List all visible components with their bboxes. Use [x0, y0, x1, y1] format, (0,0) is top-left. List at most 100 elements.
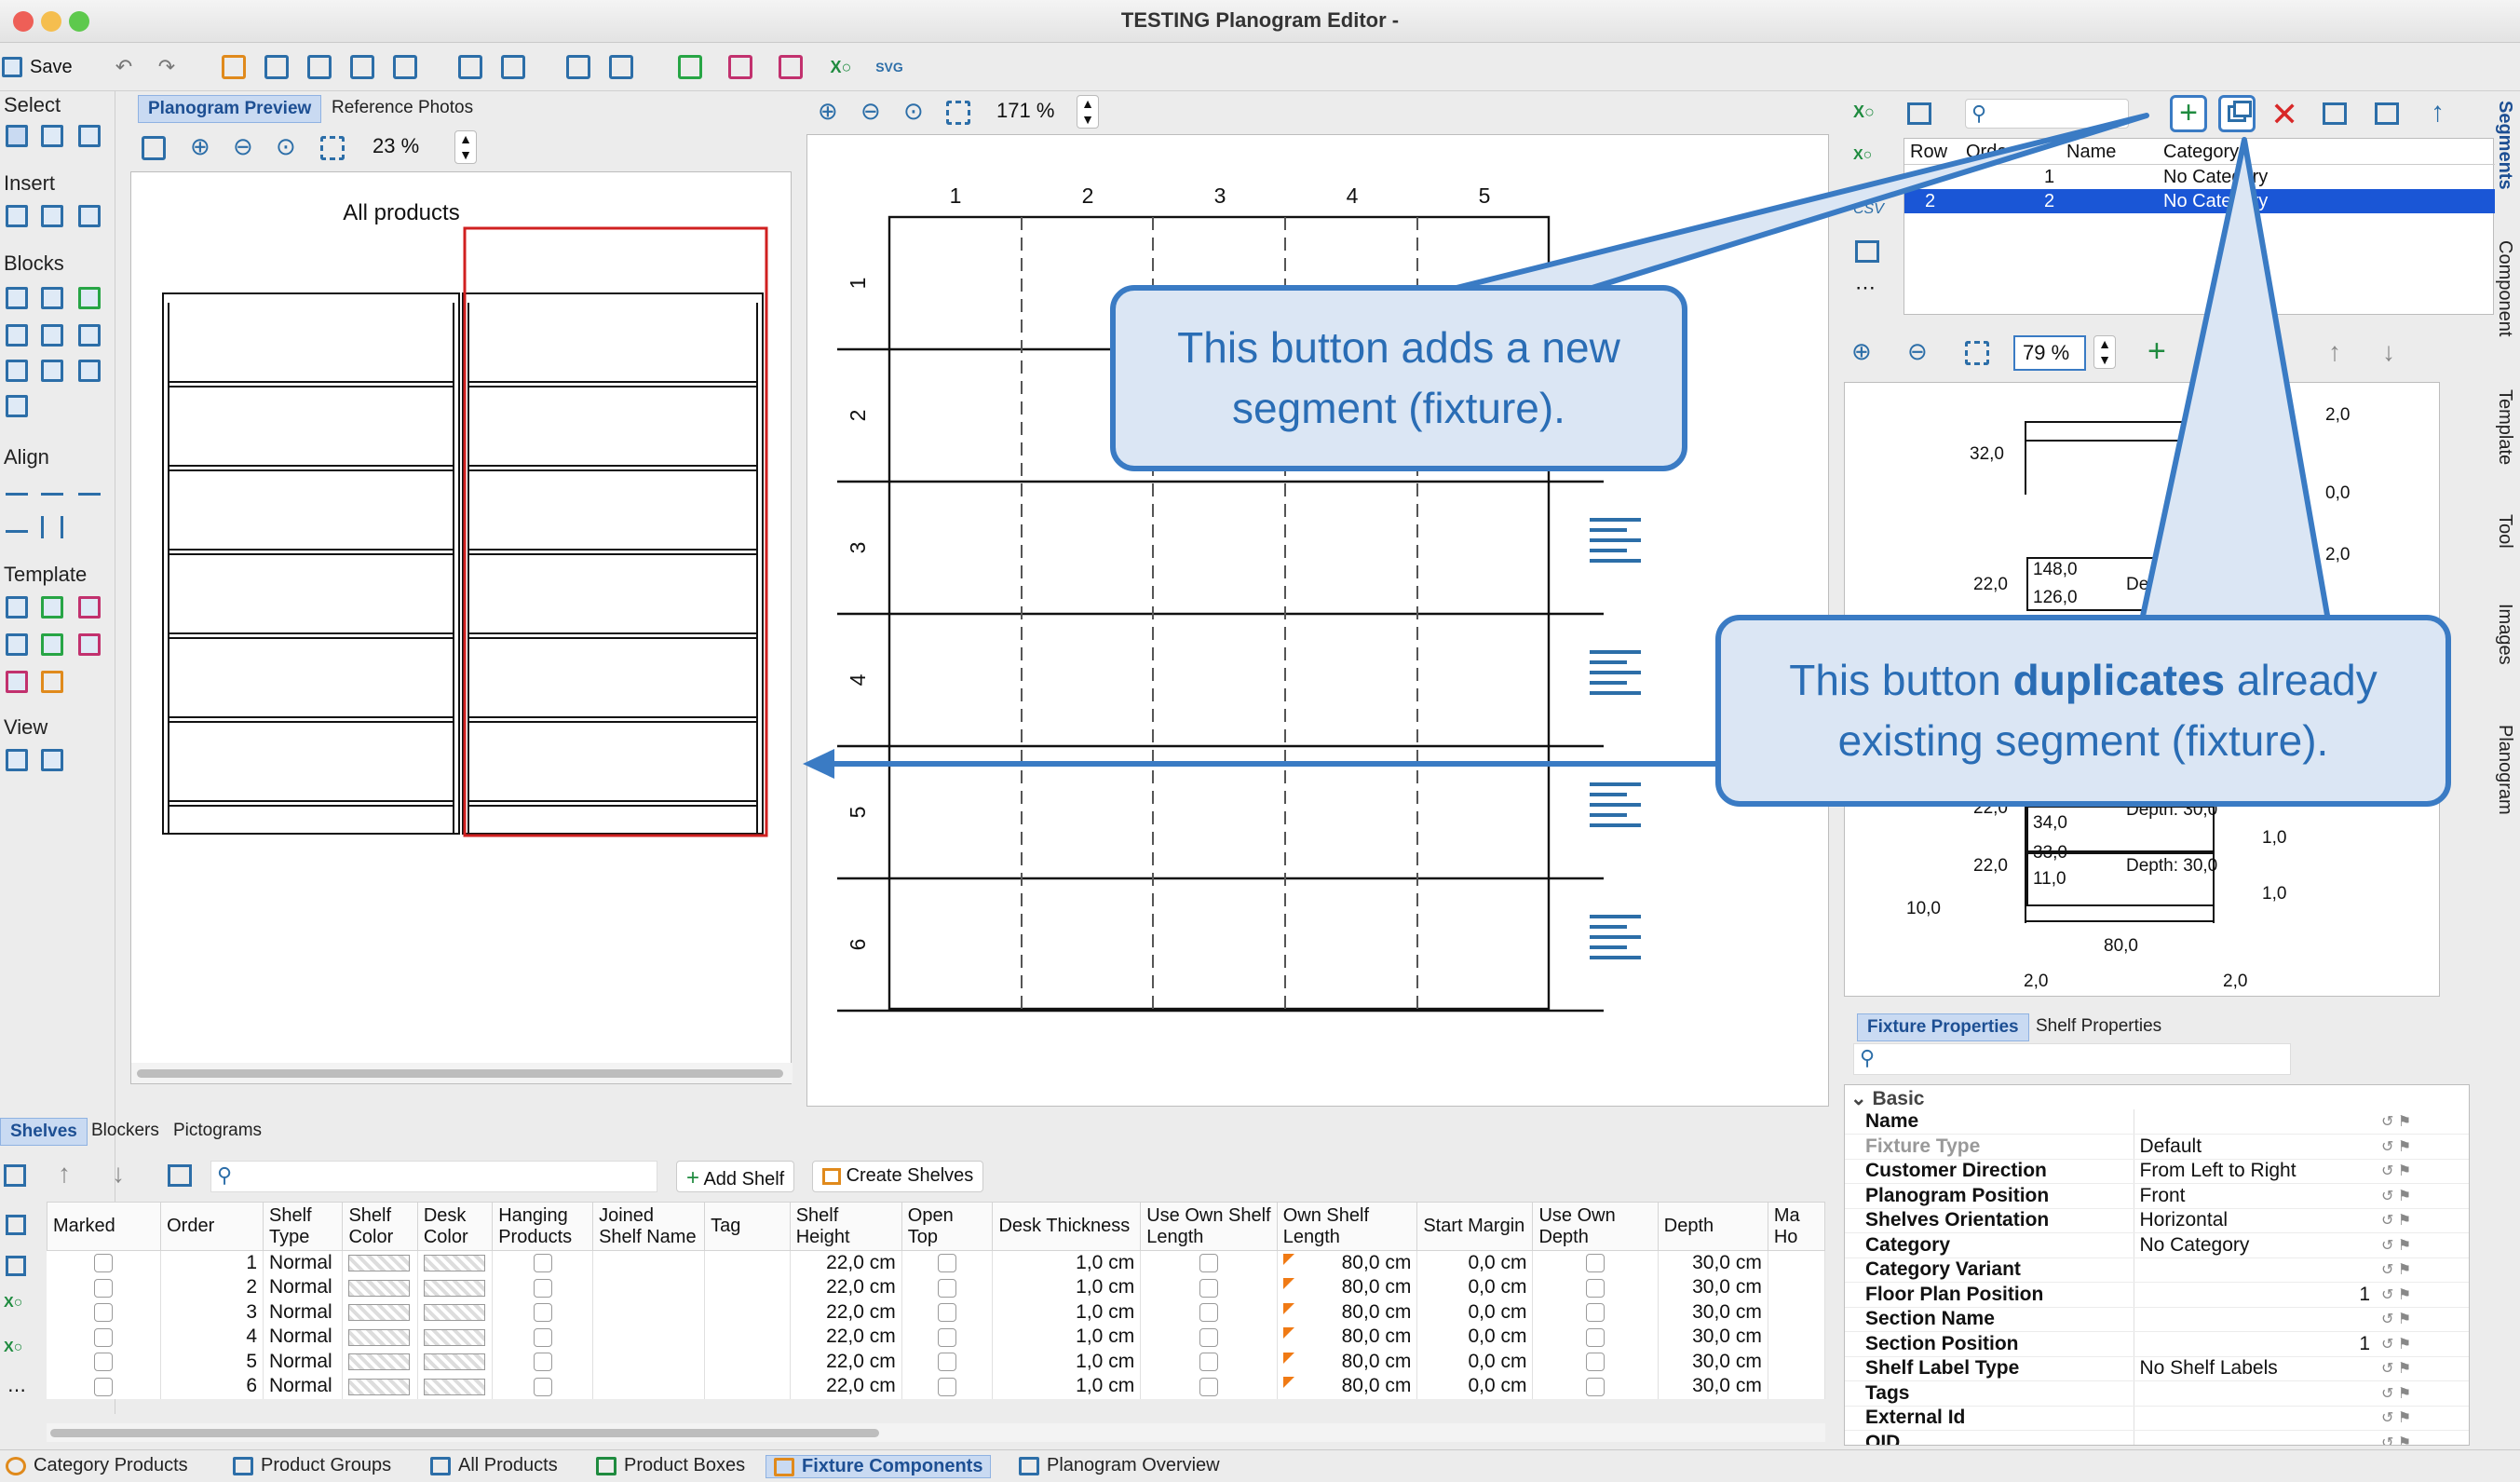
- cell-length[interactable]: 80,0 cm: [1277, 1250, 1418, 1275]
- cell-margin[interactable]: 0,0 cm: [1416, 1349, 1534, 1374]
- desk-color-swatch[interactable]: [423, 1304, 485, 1322]
- split-icon[interactable]: [497, 51, 529, 83]
- side-tab-segments[interactable]: Segments: [2494, 101, 2515, 190]
- cell-margin[interactable]: 0,0 cm: [1416, 1325, 1534, 1350]
- cell[interactable]: [901, 1250, 994, 1275]
- duplicate-segment-button[interactable]: [2218, 95, 2256, 132]
- cell[interactable]: [47, 1349, 162, 1374]
- cell-thick[interactable]: 1,0 cm: [992, 1349, 1142, 1374]
- property-row[interactable]: Category Variant ↺ ⚑: [1845, 1258, 2469, 1283]
- cell-thick[interactable]: 1,0 cm: [992, 1374, 1142, 1399]
- reset-icon[interactable]: ↺ ⚑: [2376, 1159, 2469, 1184]
- block-icon[interactable]: [6, 287, 28, 309]
- property-row[interactable]: Shelves Orientation Horizontal ↺ ⚑: [1845, 1208, 2469, 1233]
- table-row[interactable]: 1 Normal 22,0 cm 1,0 cm 80,0 cm 0,0 cm 30,0 cm: [47, 1250, 1826, 1275]
- cell[interactable]: [1768, 1349, 1826, 1374]
- fixture-zoom-in-icon[interactable]: ⊕: [1851, 337, 1872, 366]
- cell-length[interactable]: 80,0 cm: [1277, 1374, 1418, 1399]
- column-header[interactable]: Use Own Shelf Length: [1140, 1202, 1278, 1251]
- use-own-depth-checkbox[interactable]: [1586, 1278, 1605, 1298]
- reset-icon[interactable]: ↺ ⚑: [2376, 1356, 2469, 1381]
- editor-zoom-out-icon[interactable]: ⊖: [860, 97, 881, 126]
- xls-icon[interactable]: X○: [1853, 147, 1872, 164]
- property-value[interactable]: [2133, 1258, 2376, 1283]
- fixture-zoom-out-icon[interactable]: ⊖: [1907, 337, 1928, 366]
- block-link-icon[interactable]: [78, 360, 101, 382]
- use-own-depth-checkbox[interactable]: [1586, 1377, 1605, 1396]
- cell[interactable]: [1768, 1250, 1826, 1275]
- cell[interactable]: [592, 1349, 706, 1374]
- cell[interactable]: [704, 1349, 791, 1374]
- open-top-checkbox[interactable]: [938, 1327, 957, 1347]
- cell-height[interactable]: 22,0 cm: [790, 1250, 902, 1275]
- export-svg-icon[interactable]: SVG: [874, 51, 905, 83]
- block-fit-icon[interactable]: [78, 324, 101, 347]
- editor-zoom-reset-icon[interactable]: ⊙: [903, 97, 924, 126]
- import-xls-icon[interactable]: X○: [1853, 102, 1875, 122]
- cell[interactable]: [704, 1250, 791, 1275]
- cell-depth[interactable]: 30,0 cm: [1658, 1250, 1768, 1275]
- more-icon[interactable]: ⋯: [1855, 276, 1876, 300]
- fixture-zoom-value[interactable]: 79 %: [2013, 335, 2086, 371]
- desk-color-swatch[interactable]: [423, 1328, 485, 1346]
- network-icon[interactable]: [605, 51, 637, 83]
- cell[interactable]: [1140, 1275, 1278, 1300]
- editor-zoom-stepper[interactable]: ▲ ▼: [1077, 95, 1099, 129]
- tab-planogram-overview[interactable]: Planogram Overview: [1019, 1455, 1220, 1476]
- cell[interactable]: [1140, 1299, 1278, 1325]
- cell[interactable]: [1768, 1374, 1826, 1399]
- shelf-color-swatch[interactable]: [348, 1279, 411, 1297]
- insert-text-icon[interactable]: [78, 205, 101, 227]
- property-value[interactable]: From Left to Right: [2133, 1159, 2376, 1184]
- block-3d-icon[interactable]: [78, 287, 101, 309]
- cell[interactable]: [901, 1299, 994, 1325]
- cell[interactable]: [417, 1299, 494, 1325]
- cell[interactable]: [592, 1325, 706, 1350]
- property-row[interactable]: Section Name ↺ ⚑: [1845, 1307, 2469, 1332]
- shelf-move-down-icon[interactable]: ↓: [112, 1159, 125, 1189]
- view-1-icon[interactable]: [6, 749, 28, 771]
- cell[interactable]: [1532, 1374, 1659, 1399]
- cell[interactable]: [592, 1299, 706, 1325]
- cell[interactable]: [901, 1325, 994, 1350]
- column-header[interactable]: Depth: [1657, 1202, 1768, 1251]
- segments-table-icon[interactable]: [1907, 102, 1931, 125]
- template-4-icon[interactable]: [6, 633, 28, 656]
- move-up-icon[interactable]: ↑: [2431, 97, 2445, 129]
- columns-icon[interactable]: [304, 51, 335, 83]
- zoom-in-icon[interactable]: ⊕: [190, 132, 210, 161]
- cell-height[interactable]: 22,0 cm: [790, 1325, 902, 1350]
- template-5-icon[interactable]: [41, 633, 63, 656]
- cell[interactable]: [47, 1374, 162, 1399]
- select-multi-icon[interactable]: [78, 125, 101, 147]
- cell[interactable]: [342, 1374, 418, 1399]
- hanging-checkbox[interactable]: [533, 1377, 552, 1396]
- use-own-length-checkbox[interactable]: [1199, 1377, 1218, 1396]
- property-row[interactable]: Section Position 1 ↺ ⚑: [1845, 1331, 2469, 1357]
- cell[interactable]: [47, 1275, 162, 1300]
- cell[interactable]: [1532, 1250, 1659, 1275]
- template-mirror-icon[interactable]: [41, 671, 63, 693]
- property-row[interactable]: Fixture Type Default ↺ ⚑: [1845, 1134, 2469, 1160]
- column-header[interactable]: Shelf Type: [262, 1202, 344, 1251]
- property-row[interactable]: Customer Direction From Left to Right ↺ ⚑: [1845, 1159, 2469, 1184]
- hanging-checkbox[interactable]: [533, 1254, 552, 1273]
- column-header[interactable]: Open Top: [901, 1202, 994, 1251]
- property-value[interactable]: Front: [2133, 1183, 2376, 1209]
- fit-page-icon[interactable]: [142, 136, 166, 160]
- reset-icon[interactable]: ↺ ⚑: [2376, 1258, 2469, 1283]
- shelf-color-swatch[interactable]: [348, 1255, 411, 1272]
- chart-icon[interactable]: [725, 51, 756, 83]
- cell-order[interactable]: 4: [160, 1325, 264, 1350]
- cell[interactable]: [492, 1325, 594, 1350]
- cell-thick[interactable]: 1,0 cm: [992, 1275, 1142, 1300]
- cell[interactable]: [417, 1325, 494, 1350]
- property-value[interactable]: [2133, 1380, 2376, 1407]
- marked-checkbox[interactable]: [94, 1327, 114, 1347]
- cell-order[interactable]: 3: [160, 1299, 264, 1325]
- column-header[interactable]: Order: [160, 1202, 264, 1251]
- cell[interactable]: [1140, 1349, 1278, 1374]
- template-7-icon[interactable]: [6, 671, 28, 693]
- tab-pictograms[interactable]: Pictograms: [164, 1118, 271, 1146]
- block-extra-icon[interactable]: [6, 395, 28, 417]
